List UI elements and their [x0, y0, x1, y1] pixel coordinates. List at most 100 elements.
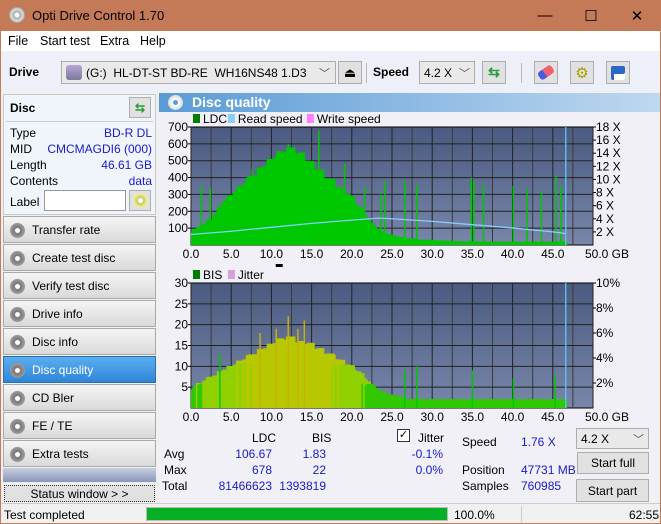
legend-label-jitter: Jitter [238, 268, 264, 282]
disc-type-label: Type [10, 126, 37, 140]
jitter-label: Jitter [418, 431, 445, 445]
spike-bar [470, 177, 473, 245]
total-ldc: 81466623 [218, 479, 272, 493]
spike-bar [555, 175, 557, 245]
position-label: Position [462, 463, 505, 477]
disc-quality-panel: Disc quality LDC Read speed Write speed 100… [159, 93, 660, 503]
chevron-down-icon: ﹀ [459, 68, 470, 80]
y2-tick-label: 12 X [596, 159, 621, 173]
disc-icon [132, 193, 148, 208]
samples-value: 760985 [521, 479, 562, 493]
spike-bar [287, 143, 289, 245]
disc-label-label: Label [10, 195, 40, 209]
charts-svg: LDC Read speed Write speed 100 200 300 400 500 6… [168, 112, 629, 424]
disc-icon [10, 223, 25, 238]
nav-extra-tests[interactable]: Extra tests [3, 440, 156, 467]
maximize-button[interactable]: ☐ [568, 0, 614, 31]
chevron-down-icon: ﹀ [633, 434, 644, 446]
minimize-button[interactable]: — [522, 0, 568, 31]
nav-fe-te[interactable]: FE / TE [3, 412, 156, 439]
toolbar-divider [366, 63, 367, 83]
refresh-button[interactable]: ⇆ [482, 61, 506, 84]
menu-extra[interactable]: Extra [100, 34, 129, 48]
disc-label-input[interactable] [44, 190, 126, 211]
y2-tick-label: 6 X [596, 199, 614, 213]
speed-value: 4.2 X [424, 66, 453, 80]
test-speed-select[interactable]: 4.2 X ﹀ [576, 428, 649, 449]
y-tick-label: 400 [168, 171, 188, 185]
menu-help[interactable]: Help [140, 34, 166, 48]
y-tick-label: 600 [168, 137, 188, 151]
spike-bar [404, 180, 406, 245]
legend-swatch-jitter [227, 270, 235, 279]
progress-fill [147, 508, 447, 520]
status-window-button[interactable]: Status window > > [4, 485, 155, 502]
disc-contents-value: data [128, 174, 152, 188]
spike-bar [416, 184, 418, 245]
eject-button[interactable]: ⏏ [338, 61, 362, 84]
start-part-button[interactable]: Start part [576, 479, 649, 502]
disc-info-panel: Disc ⇆ Type BD-R DL MID CMCMAGDI6 (000) Le… [3, 94, 156, 215]
avg-jitter: -0.1% [411, 447, 443, 461]
stats-panel: LDC BIS Avg 106.67 1.83 Max 678 22 Total… [159, 425, 660, 503]
y-tick-label: 700 [168, 120, 188, 134]
nav-disc-quality[interactable]: Disc quality [3, 356, 156, 383]
nav-label: Drive info [32, 307, 83, 321]
nav-transfer-rate[interactable]: Transfer rate [3, 216, 156, 243]
disc-icon [10, 335, 25, 350]
menu-file[interactable]: File [8, 34, 28, 48]
nav-disc-info[interactable]: Disc info [3, 328, 156, 355]
x-tick-label: 10.0 [260, 247, 284, 261]
avg-label: Avg [164, 447, 185, 461]
y-tick-label: 30 [175, 276, 189, 290]
nav-create-test-disc[interactable]: Create test disc [3, 244, 156, 271]
spike-bar [343, 164, 346, 245]
close-button[interactable]: ✕ [614, 0, 660, 31]
refresh-arrows-icon: ⇆ [488, 64, 500, 80]
legend-label-write-speed: Write speed [317, 112, 381, 126]
progress-text: 100.0% [454, 508, 495, 522]
x-tick-label: 5.0 [223, 410, 240, 424]
y-tick-label: 25 [175, 297, 189, 311]
x-tick-label: 15.0 [300, 410, 324, 424]
spike-bar [554, 374, 556, 408]
save-button[interactable] [606, 61, 630, 84]
disc-icon [10, 363, 25, 378]
nav-drive-info[interactable]: Drive info [3, 300, 156, 327]
nav-verify-test-disc[interactable]: Verify test disc [3, 272, 156, 299]
legend-swatch-write-speed [306, 114, 314, 123]
settings-button[interactable]: ⚙ [570, 61, 594, 84]
y2-tick-label: 8% [596, 301, 614, 315]
spike-bar [287, 316, 289, 408]
erase-button[interactable] [534, 61, 558, 84]
spike-bar [473, 180, 475, 245]
x-tick-label: 45.0 [541, 247, 565, 261]
disc-type-value: BD-R DL [103, 126, 152, 140]
drive-select[interactable]: (G:) HL-DT-ST BD-RE WH16NS48 1.D3 ﹀ [61, 61, 336, 84]
x-tick-label: 5.0 [223, 247, 240, 261]
x-tick-label: 0.0 [183, 247, 200, 261]
disc-label-button[interactable] [129, 190, 151, 211]
y2-tick-label: 4 X [596, 212, 614, 226]
avg-ldc: 106.67 [235, 447, 272, 461]
y-tick-label: 15 [175, 339, 189, 353]
jitter-checkbox[interactable]: ✓ [397, 429, 410, 442]
disc-contents-row: Contents data [10, 174, 152, 188]
legend-label-bis: BIS [203, 268, 222, 282]
speed-select[interactable]: 4.2 X ﹀ [419, 61, 475, 84]
app-disc-icon [9, 7, 25, 23]
app-window: Opti Drive Control 1.70 — ☐ ✕ File Start… [1, 0, 660, 523]
legend-label-ldc: LDC [203, 112, 227, 126]
y-tick-label: 300 [168, 187, 188, 201]
start-full-button[interactable]: Start full [577, 452, 649, 474]
menu-start-test[interactable]: Start test [40, 34, 90, 48]
legend-swatch-ldc [193, 114, 200, 123]
position-value: 47731 MB [521, 463, 576, 477]
disc-refresh-button[interactable]: ⇆ [129, 97, 151, 118]
resize-grip-icon[interactable]: ⋰ [651, 513, 659, 522]
disc-length-row: Length 46.61 GB [10, 158, 152, 172]
y2-tick-label: 2% [596, 376, 614, 390]
col-bis-header: BIS [312, 431, 332, 445]
nav-cd-bler[interactable]: CD Bler [3, 384, 156, 411]
speed-label: Speed [373, 65, 410, 79]
